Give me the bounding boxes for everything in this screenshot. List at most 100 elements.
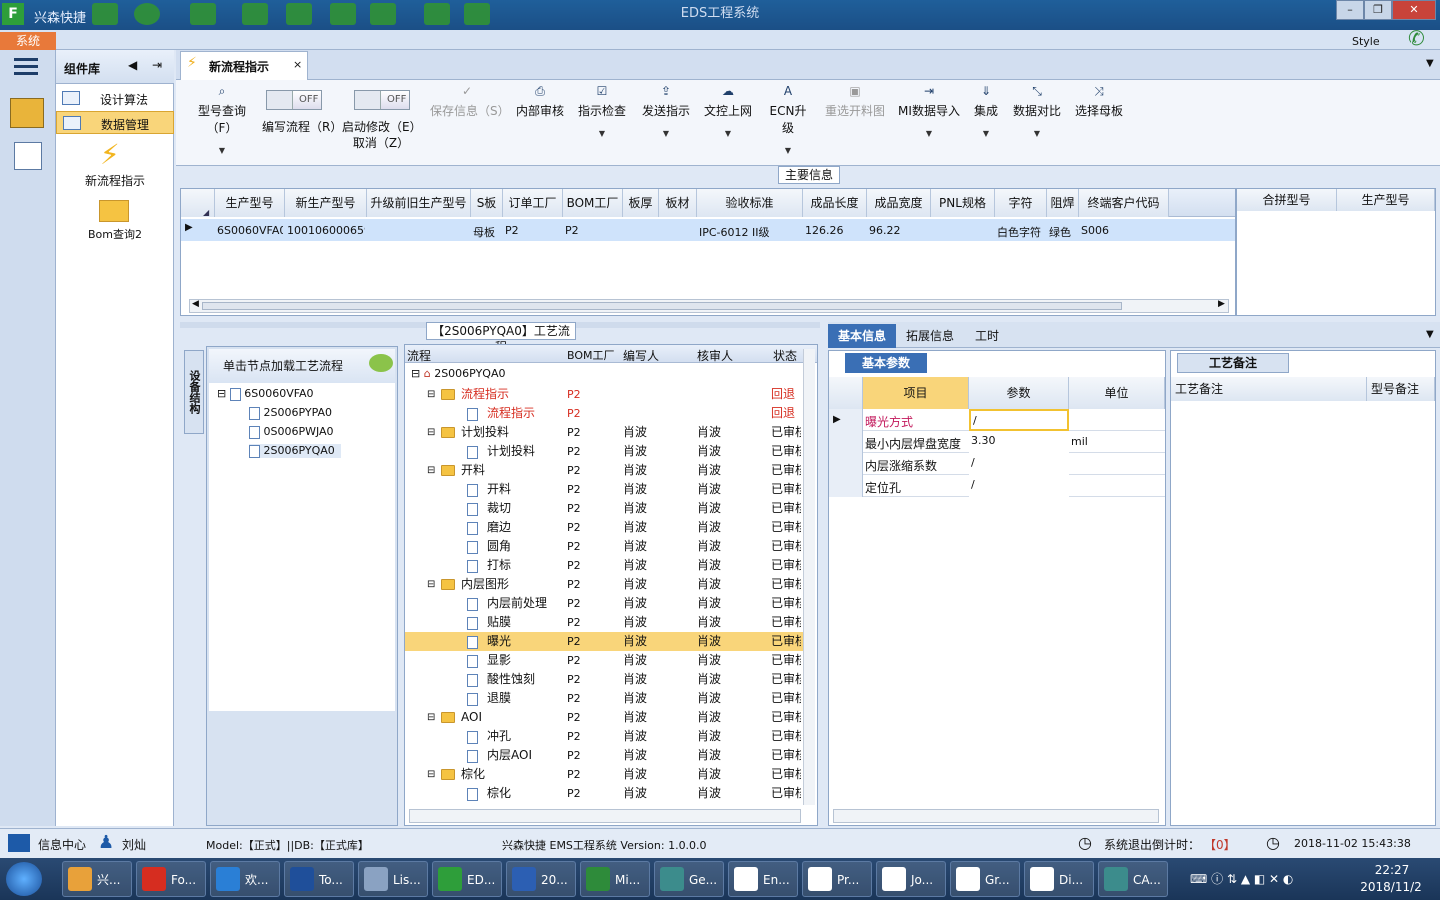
process-row[interactable]: 酸性蚀刻 P2 肖波 肖波 已审核 xyxy=(405,670,815,689)
component-item-data[interactable]: 数据管理 xyxy=(56,111,174,134)
tray-icons[interactable]: ⌨ ⓘ ⇅ ▲ ◧ ✕ ◐ xyxy=(1190,870,1293,887)
process-row[interactable]: 冲孔 P2 肖波 肖波 已审核 xyxy=(405,727,815,746)
tree-child-node-selected[interactable]: 2S006PYQA0 xyxy=(249,444,341,458)
process-row[interactable]: 贴膜 P2 肖波 肖波 已审核 xyxy=(405,613,815,632)
dropdown-arrow-icon[interactable]: ▼ xyxy=(1010,129,1064,138)
dropdown-arrow-icon[interactable]: ▼ xyxy=(186,146,258,155)
dropdown-arrow-icon[interactable]: ▼ xyxy=(764,146,812,155)
toolbar-button[interactable]: ⌕ 型号查询（F） ▼ xyxy=(186,84,258,155)
calculator-icon[interactable] xyxy=(14,142,42,170)
params-value-cell[interactable]: / xyxy=(969,453,1069,475)
tree-child-node[interactable]: 2S006PYPA0 xyxy=(249,406,332,420)
tree-child-node[interactable]: 0S006PWJA0 xyxy=(249,425,334,439)
toolbar-button[interactable]: ⇓ 集成 ▼ xyxy=(970,84,1002,148)
taskbar-item[interactable]: 欢... xyxy=(210,861,280,897)
taskbar-item[interactable]: Di... xyxy=(1024,861,1094,897)
main-info-row[interactable]: ▶ 6S0060VFA0 10010600065951 母板 P2 P2 IPC-6012… xyxy=(181,219,1235,241)
collapse-icon[interactable]: ◀ xyxy=(128,58,137,72)
taskbar-item[interactable]: To... xyxy=(284,861,354,897)
restore-button[interactable]: ❐ xyxy=(1364,0,1392,20)
taskbar-item[interactable]: 兴... xyxy=(62,861,132,897)
process-row[interactable]: 计划投料 P2 肖波 肖波 已审核 xyxy=(405,442,815,461)
dropdown-arrow-icon[interactable]: ▼ xyxy=(702,129,754,138)
params-row[interactable]: 最小内层焊盘宽度 3.30 mil xyxy=(829,431,1165,453)
toolbar-button[interactable]: ✓ 保存信息（S） xyxy=(430,84,510,148)
taskbar-item[interactable]: Lis... xyxy=(358,861,428,897)
process-row[interactable]: 退膜 P2 肖波 肖波 已审核 xyxy=(405,689,815,708)
close-button[interactable]: ✕ xyxy=(1392,0,1436,20)
expand-icon[interactable]: ⊟ xyxy=(427,708,435,727)
params-row[interactable]: 定位孔 / xyxy=(829,475,1165,497)
process-row[interactable]: 流程指示 P2 回退 xyxy=(405,404,815,423)
process-row[interactable]: 开料 P2 肖波 肖波 已审核 xyxy=(405,480,815,499)
taskbar-item[interactable]: Gr... xyxy=(950,861,1020,897)
process-row[interactable]: 打标 P2 肖波 肖波 已审核 xyxy=(405,556,815,575)
dropdown-arrow-icon[interactable]: ▼ xyxy=(970,129,1002,138)
taskbar-item[interactable]: Pr... xyxy=(802,861,872,897)
system-tab[interactable]: 系统 xyxy=(0,32,56,50)
expand-icon[interactable]: ⊟ xyxy=(427,575,435,594)
tool-bom-query[interactable]: Bom查询2 xyxy=(56,226,174,242)
taskbar-item[interactable]: Mi... xyxy=(580,861,650,897)
minimize-button[interactable]: – xyxy=(1336,0,1364,20)
toolbar-button[interactable]: ☑ 指示检查 ▼ xyxy=(576,84,628,148)
component-item-algorithm[interactable]: 设计算法 xyxy=(56,87,174,110)
tab-work-hours[interactable]: 工时 xyxy=(964,327,1010,344)
info-center[interactable]: 信息中心 xyxy=(38,836,86,853)
process-h-scrollbar[interactable] xyxy=(409,809,801,823)
process-row[interactable]: 裁切 P2 肖波 肖波 已审核 xyxy=(405,499,815,518)
process-row[interactable]: ⊟ 棕化 P2 肖波 肖波 已审核 xyxy=(405,765,815,784)
process-row[interactable]: ⊟ 开料 P2 肖波 肖波 已审核 xyxy=(405,461,815,480)
taskbar-item[interactable]: ED... xyxy=(432,861,502,897)
taskbar-item[interactable]: 20... xyxy=(506,861,576,897)
expand-icon[interactable]: ⊟ xyxy=(427,385,435,404)
process-row[interactable]: 内层前处理 P2 肖波 肖波 已审核 xyxy=(405,594,815,613)
toolbar-button[interactable]: ⇪ 发送指示 ▼ xyxy=(640,84,692,148)
tab-new-flow[interactable]: ⚡ 新流程指示 × xyxy=(180,51,308,80)
notes-tab[interactable]: 工艺备注 xyxy=(1177,353,1289,373)
tab-basic-info[interactable]: 基本信息 xyxy=(828,324,896,348)
process-row[interactable]: 棕化 P2 肖波 肖波 已审核 xyxy=(405,784,815,803)
params-value-cell[interactable]: / xyxy=(969,475,1069,497)
taskbar-item[interactable]: Ge... xyxy=(654,861,724,897)
tool-new-flow[interactable]: 新流程指示 xyxy=(56,172,174,189)
toolbar-button[interactable]: ⤨ 选择母板 xyxy=(1072,84,1126,148)
taskbar-item[interactable]: Jo... xyxy=(876,861,946,897)
dropdown-arrow-icon[interactable]: ▼ xyxy=(896,129,962,138)
process-row[interactable]: 内层AOI P2 肖波 肖波 已审核 xyxy=(405,746,815,765)
params-value-cell[interactable]: / xyxy=(969,409,1069,431)
phone-icon[interactable]: ✆ xyxy=(1408,26,1425,50)
params-tab[interactable]: 基本参数 xyxy=(845,353,927,373)
side-tab-equipment[interactable]: 设备结构 xyxy=(184,350,204,434)
tab-dropdown-icon[interactable]: ▼ xyxy=(1426,58,1434,69)
expand-icon[interactable]: ⊟ xyxy=(427,423,435,442)
pin-icon[interactable]: ⇥ xyxy=(152,58,162,72)
factory-icon[interactable] xyxy=(10,98,44,128)
write-flow-toggle[interactable]: OFF xyxy=(266,90,322,110)
grid-icon[interactable] xyxy=(8,834,30,852)
params-h-scrollbar[interactable] xyxy=(833,809,1159,823)
toolbar-button[interactable]: ⤡ 数据对比 ▼ xyxy=(1010,84,1064,148)
start-button-icon[interactable] xyxy=(6,862,42,896)
process-row[interactable]: ⊟ 流程指示 P2 回退 xyxy=(405,385,815,404)
toolbar-button[interactable]: ☁ 文控上网 ▼ xyxy=(702,84,754,148)
taskbar-item[interactable]: En... xyxy=(728,861,798,897)
expand-icon[interactable]: ⊟ xyxy=(427,765,435,784)
tab-extended-info[interactable]: 拓展信息 xyxy=(900,327,960,344)
params-row[interactable]: 内层涨缩系数 / xyxy=(829,453,1165,475)
process-row[interactable]: 显影 P2 肖波 肖波 已审核 xyxy=(405,651,815,670)
taskbar-item[interactable]: CA... xyxy=(1098,861,1168,897)
right-tabs-dropdown-icon[interactable]: ▼ xyxy=(1426,329,1434,340)
tree-root-node[interactable]: ⊟ 6S0060VFA0 xyxy=(217,387,314,401)
process-row[interactable]: 磨边 P2 肖波 肖波 已审核 xyxy=(405,518,815,537)
style-menu[interactable]: Style xyxy=(1352,35,1380,48)
process-v-scrollbar[interactable] xyxy=(803,349,815,805)
process-row[interactable]: ⊟ AOI P2 肖波 肖波 已审核 xyxy=(405,708,815,727)
process-row[interactable]: ⊟ 计划投料 P2 肖波 肖波 已审核 xyxy=(405,423,815,442)
toolbar-button[interactable]: A ECN升级 ▼ xyxy=(764,84,812,155)
dropdown-arrow-icon[interactable]: ▼ xyxy=(640,129,692,138)
process-row[interactable]: 曝光 P2 肖波 肖波 已审核 xyxy=(405,632,815,651)
menu-icon[interactable] xyxy=(14,58,38,61)
toolbar-button[interactable]: ⎙ 内部审核 xyxy=(514,84,566,148)
params-value-cell[interactable]: 3.30 xyxy=(969,431,1069,453)
